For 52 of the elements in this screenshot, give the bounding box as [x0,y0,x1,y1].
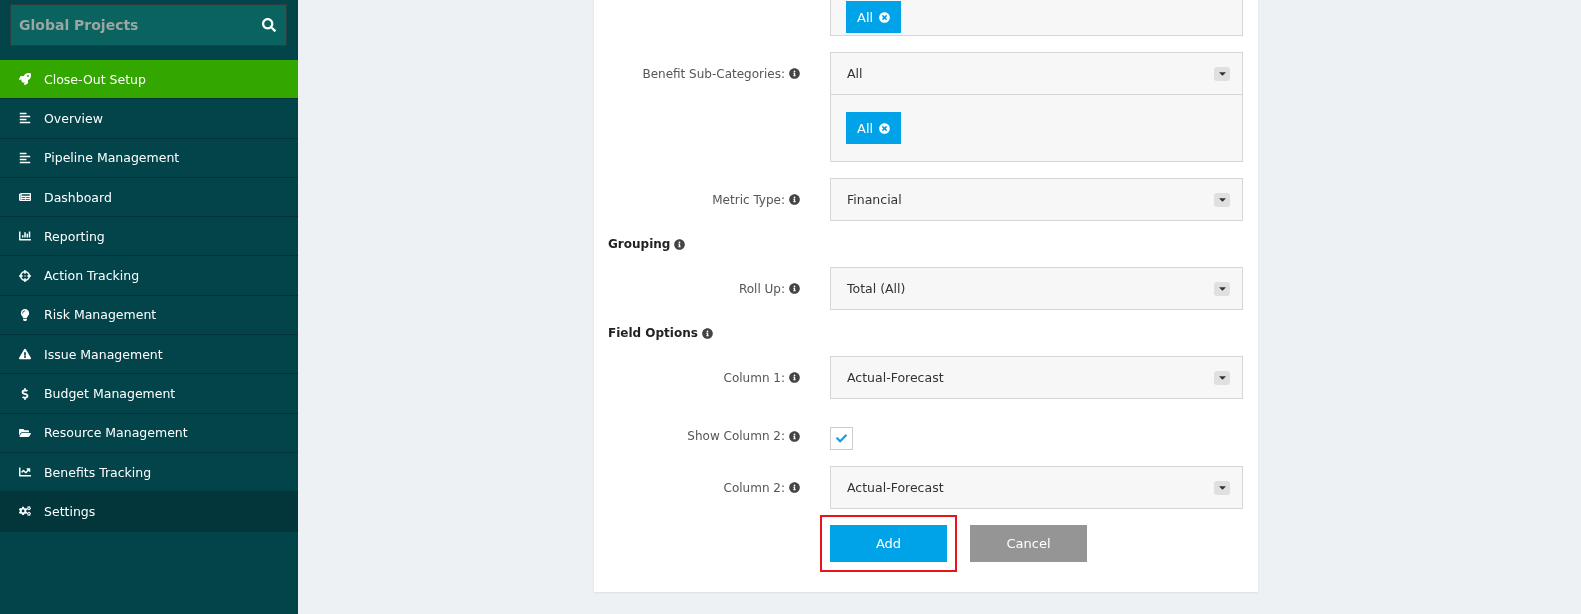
field-label: Show Column 2: [687,429,785,443]
sidebar-item[interactable]: Risk Management [0,295,298,336]
info-icon [789,430,800,442]
search-icon[interactable] [262,18,276,32]
info-icon [789,194,800,205]
warning-icon [18,348,32,361]
search-field[interactable]: Global Projects [10,4,287,46]
sidebar-item[interactable]: Resource Management [0,413,298,453]
line-chart-icon [18,466,32,479]
newspaper-icon [18,191,32,204]
info-icon [789,372,800,383]
info-icon [789,68,800,79]
rocket-icon [18,73,32,86]
sidebar-item[interactable]: Issue Management [0,335,298,375]
sidebar-item[interactable]: Action Tracking [0,256,298,296]
gears-icon [18,505,32,518]
info-icon [789,482,800,493]
caret-icon [1214,370,1230,385]
info-icon [789,283,800,294]
select-field[interactable]: Total (All) [830,267,1243,310]
section-heading: Field Options [608,326,713,340]
caret-icon [1214,66,1230,81]
remove-icon[interactable] [879,11,891,23]
field-label: Column 2: [723,480,785,495]
crosshair-icon [18,269,32,282]
select-field[interactable]: Actual-Forecast [830,356,1243,399]
remove-icon[interactable] [879,122,891,134]
select-field[interactable]: All [830,52,1243,95]
lines-icon [18,151,32,164]
sidebar-item[interactable]: Reporting [0,217,298,257]
check-icon [836,433,847,444]
field-label: Roll Up: [738,281,785,296]
info-icon [674,238,686,250]
sidebar-item[interactable]: Dashboard [0,177,298,218]
folder-icon [18,426,32,439]
select-field[interactable]: Actual-Forecast [830,466,1243,509]
field-label: Metric Type: [712,192,785,207]
field-label: Benefit Sub-Categories: [642,66,785,81]
caret-icon [1214,480,1230,495]
select-field[interactable]: Financial [830,178,1243,221]
tag: All [846,1,902,33]
info-icon [701,327,713,339]
caret-icon [1214,281,1230,296]
caret-icon [1214,192,1230,207]
sidebar-item[interactable]: Settings [0,492,298,532]
field-label: Column 1: [723,370,785,385]
bar-chart-icon [18,230,32,243]
tag: All [846,112,902,144]
lines-icon [18,112,32,125]
checkbox[interactable] [830,427,853,450]
section-heading: Grouping [608,237,686,251]
lightbulb-icon [18,308,32,321]
